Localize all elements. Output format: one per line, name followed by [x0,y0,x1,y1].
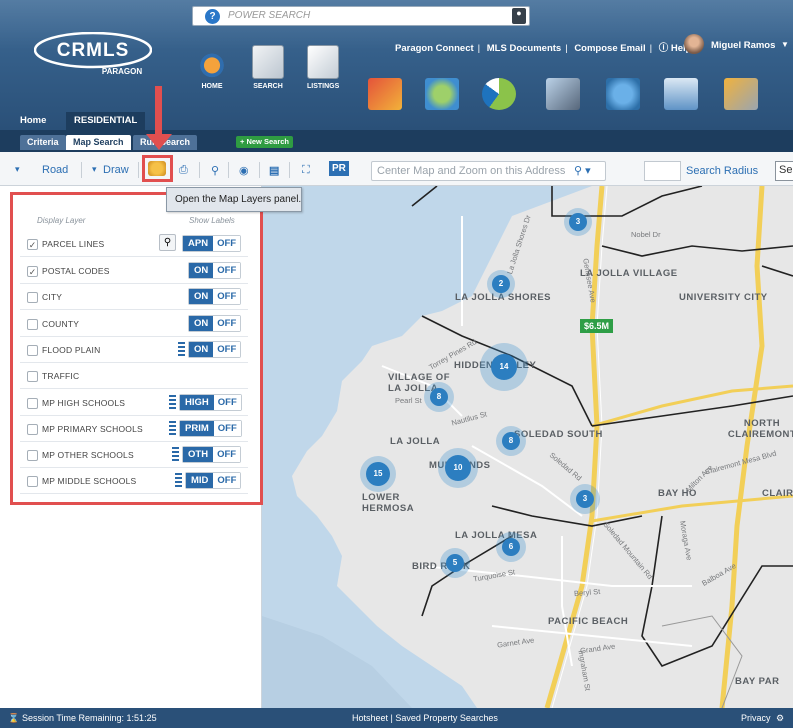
draw-button[interactable]: Draw [103,164,129,176]
globe-icon[interactable] [606,78,640,110]
help-icon[interactable]: ? [205,9,220,24]
annotation-arrow-head [146,134,172,150]
toolbar-arrow-icon[interactable]: ▾ [15,164,20,175]
map-canvas[interactable]: LA JOLLA SHORES LA JOLLA VILLAGE UNIVERS… [262,186,793,708]
highlight-box-layers-button [142,155,173,182]
pie-chart-icon[interactable] [482,78,516,110]
new-search-button[interactable]: + New Search [236,136,293,148]
status-links[interactable]: Hotsheet | Saved Property Searches [352,713,498,723]
paragon-app: CRMLS PARAGON ? POWER SEARCH ● Paragon C… [0,0,793,728]
map-label-la-jolla-mesa: LA JOLLA MESA [455,530,538,541]
cluster-marker[interactable]: 3 [564,208,592,236]
user-name[interactable]: Miguel Ramos [711,40,775,51]
map-label-la-jolla: LA JOLLA [390,436,441,447]
map-label-university-city: UNIVERSITY CITY [679,292,768,303]
print-icon[interactable]: ⎙ [179,164,188,177]
search-radius-label: Search Radius [686,165,759,177]
cluster-marker[interactable]: 5 [440,548,470,578]
tooltip: Open the Map Layers panel. [166,187,302,212]
cluster-marker[interactable]: 10 [438,448,478,488]
map-base [262,186,793,708]
eye-icon[interactable]: ◉ [239,164,249,177]
search-button[interactable]: Se [775,161,793,181]
cluster-marker[interactable]: 15 [360,456,396,492]
privacy-icon[interactable]: ⚙ [776,713,784,724]
database-icon[interactable] [664,78,698,110]
calendar-chart-icon[interactable] [368,78,402,110]
chevron-down-icon[interactable]: ▼ [781,40,789,49]
cluster-marker[interactable]: 8 [496,426,526,456]
tools-icon[interactable] [724,78,758,110]
contacts-icon[interactable] [425,78,459,110]
nav-home-button[interactable]: HOME [196,45,228,90]
link-compose-email[interactable]: Compose Email [574,43,645,54]
nav-search-label: SEARCH [253,83,283,90]
road-button[interactable]: Road [42,164,68,176]
search-radius-input[interactable] [644,161,681,181]
privacy-link[interactable]: Privacy [741,713,771,723]
crmls-logo[interactable]: CRMLS PARAGON [34,32,152,78]
top-links: Paragon Connect | MLS Documents | Compose … [395,43,698,54]
power-search-placeholder: POWER SEARCH [228,10,311,21]
status-bar: ⌛ Session Time Remaining: 1:51:25 Hotshe… [0,708,793,728]
microphone-icon[interactable]: ● [512,8,526,24]
cluster-marker[interactable]: 8 [424,382,454,412]
annotation-arrow [155,86,162,136]
tab-map-search[interactable]: Map Search [66,135,131,150]
address-placeholder: Center Map and Zoom on this Address [377,165,566,177]
map-label-lower-hermosa: LOWER HERMOSA [362,492,415,514]
logo-sub: PARAGON [102,67,143,76]
tab-criteria[interactable]: Criteria [20,135,66,150]
nav-search-button[interactable]: SEARCH [252,45,284,90]
listings-icon [307,45,340,79]
address-search-icon[interactable]: ⚲ ▾ [574,164,591,177]
logo-brand: CRMLS [57,40,130,61]
map-label-soledad-south: SOLEDAD SOUTH [514,429,603,440]
map-pin-icon[interactable]: ⚲ [211,164,219,177]
mls-documents-icon[interactable] [546,78,580,110]
tab-residential[interactable]: RESIDENTIAL [66,112,146,130]
pr-button[interactable]: PR [329,161,349,176]
price-marker[interactable]: $6.5M [580,319,614,333]
street-label: Nobel Dr [631,230,661,239]
draw-arrow-icon[interactable]: ▾ [92,164,97,175]
link-paragon-connect[interactable]: Paragon Connect [395,43,474,54]
street-label: Pearl St [395,396,422,405]
nav-listings-button[interactable]: LISTINGS [307,45,339,90]
avatar[interactable] [684,34,704,54]
cluster-marker[interactable]: 2 [487,270,515,298]
map-label-north-clairemont: NORTH CLAIREMONT [727,418,793,440]
home-icon [196,45,228,79]
help-link-icon[interactable]: ⓘ [659,43,669,54]
map-label-pacific-beach: PACIFIC BEACH [548,616,629,627]
session-timer: Session Time Remaining: 1:51:25 [22,713,157,723]
tab-home[interactable]: Home [12,112,54,130]
nav-listings-label: LISTINGS [307,83,340,90]
cluster-marker[interactable]: 14 [480,343,528,391]
search-doc-icon [252,45,284,79]
map-label-bay-park: BAY PAR [735,676,780,687]
zoom-extent-icon[interactable]: ⛶ [302,164,310,177]
map-label-clair: CLAIR [762,488,793,499]
cluster-marker[interactable]: 3 [570,484,600,514]
link-mls-documents[interactable]: MLS Documents [487,43,561,54]
highlight-box [10,192,263,505]
legend-icon[interactable]: ▤ [269,164,279,177]
nav-home-label: HOME [201,83,223,90]
session-icon: ⌛ [8,713,20,723]
cluster-marker[interactable]: 6 [496,532,526,562]
